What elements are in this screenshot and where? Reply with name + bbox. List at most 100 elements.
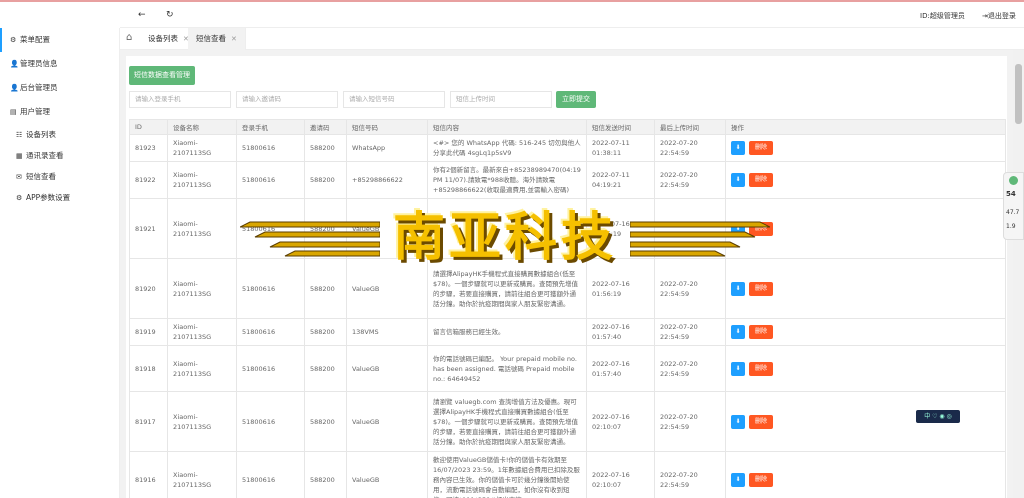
cell-sender-text: ValueGB bbox=[352, 476, 380, 484]
cell-actions: ⬇ 删除 bbox=[725, 318, 1006, 346]
sidebar-item-contacts[interactable]: ▦ 通讯录查看 bbox=[0, 145, 119, 166]
page-scrollbar[interactable] bbox=[1013, 50, 1024, 498]
download-icon[interactable]: ⬇ bbox=[731, 141, 745, 155]
cell-actions: ⬇ 删除 bbox=[725, 391, 1006, 452]
delete-button[interactable]: 删除 bbox=[749, 141, 773, 155]
cell-invite-text: 588200 bbox=[310, 176, 335, 184]
download-icon[interactable]: ⬇ bbox=[731, 473, 745, 487]
tab-bar: ⌂ 设备列表 ✕ 短信查看 ✕ bbox=[120, 28, 1024, 50]
delete-button[interactable]: 删除 bbox=[749, 173, 773, 187]
download-icon[interactable]: ⬇ bbox=[731, 414, 745, 429]
sms-number-search-input[interactable]: 请输入短信号码 bbox=[343, 91, 445, 108]
cell-sent-text: 2022-07-11 04:19:21 bbox=[592, 171, 630, 189]
sidebar-item-label: APP参数设置 bbox=[26, 193, 71, 202]
cell-content-text: 留言信箱服務已經生效。 bbox=[433, 328, 505, 336]
sidebar-item-app-settings[interactable]: ⚙ APP参数设置 bbox=[0, 187, 119, 208]
cell-id: 81923 bbox=[129, 134, 168, 162]
cell-device: Xiaomi-2107113SG bbox=[167, 391, 237, 452]
cell-uploaded-text: 2022-07-20 22:54:59 bbox=[660, 219, 698, 238]
cell-invite-text: 588200 bbox=[310, 284, 335, 293]
cell-phone-text: 51800616 bbox=[242, 284, 276, 293]
phone-search-input[interactable]: 请输入登录手机 bbox=[129, 91, 231, 108]
cell-content bbox=[427, 198, 587, 259]
address-book-icon: ▦ bbox=[16, 152, 23, 160]
cell-content: 請瀏覽 valuegb.com 查詢增值方法及優惠。現可選擇AlipayHK手機… bbox=[427, 391, 587, 452]
cell-device: Xiaomi-2107113SG bbox=[167, 134, 237, 162]
table-row: 81922 Xiaomi-2107113SG 51800616 588200 +8529… bbox=[129, 161, 1006, 199]
download-icon[interactable]: ⬇ bbox=[731, 221, 745, 236]
cell-content: 歡迎使用ValueGB儲值卡!你的儲值卡有效期至16/07/2023 23:59… bbox=[427, 451, 587, 498]
sms-manage-button[interactable]: 短信数据查看管理 bbox=[129, 66, 195, 85]
cell-uploaded-text: 2022-07-20 22:54:59 bbox=[660, 139, 698, 157]
cell-uploaded: 2022-07-20 22:54:59 bbox=[654, 161, 726, 199]
invite-code-search-input[interactable]: 请输入邀请码 bbox=[236, 91, 338, 108]
upload-time-search-input[interactable]: 短信上传时间 bbox=[450, 91, 552, 108]
close-icon[interactable]: ✕ bbox=[231, 35, 237, 43]
cell-actions: ⬇ 删除 bbox=[725, 198, 1006, 259]
cell-invite: 588200 bbox=[304, 134, 347, 162]
cell-uploaded: 2022-07-20 22:54:59 bbox=[654, 198, 726, 259]
cell-sent-text: 2022-07-16 01:56:19 bbox=[592, 219, 630, 238]
submit-button[interactable]: 立即提交 bbox=[556, 91, 596, 108]
sidebar-item-admin-info[interactable]: 👤管理员信息 bbox=[0, 52, 119, 76]
sidebar-item-user-management[interactable]: ▤ 用户管理 bbox=[0, 100, 119, 124]
cell-content-text: 歡迎使用ValueGB儲值卡!你的儲值卡有效期至16/07/2023 23:59… bbox=[433, 456, 580, 498]
cell-id: 81920 bbox=[129, 258, 168, 319]
delete-button[interactable]: 删除 bbox=[749, 281, 773, 296]
cell-content: 你有2個新留言。最新來自+85238989470(04:19 PM 11/07)… bbox=[427, 161, 587, 199]
table-row: 81918 Xiaomi-2107113SG 51800616 588200 Value… bbox=[129, 345, 1006, 392]
download-icon[interactable]: ⬇ bbox=[731, 173, 745, 187]
cell-id-text: 81920 bbox=[135, 284, 156, 293]
delete-button[interactable]: 删除 bbox=[749, 361, 773, 376]
sidebar-item-sms-view[interactable]: ✉ 短信查看 bbox=[0, 166, 119, 187]
cell-phone: 51800616 bbox=[236, 198, 305, 259]
cell-sent-text: 2022-07-11 01:38:11 bbox=[592, 139, 630, 157]
cell-phone-text: 51800616 bbox=[242, 144, 276, 152]
sidebar-item-menu-config[interactable]: ⚙ 菜单配置 bbox=[0, 28, 119, 52]
tab-sms-view[interactable]: 短信查看 ✕ bbox=[188, 28, 246, 50]
logout-label: 退出登录 bbox=[987, 12, 1016, 20]
cell-uploaded-text: 2022-07-20 22:54:59 bbox=[660, 279, 698, 298]
cell-content: 留言信箱服務已經生效。 bbox=[427, 318, 587, 346]
cell-sender: ValueGB bbox=[346, 391, 428, 452]
sidebar-item-label: 管理员信息 bbox=[20, 59, 58, 68]
delete-button[interactable]: 删除 bbox=[749, 325, 773, 339]
delete-button[interactable]: 删除 bbox=[749, 221, 773, 236]
refresh-icon[interactable]: ↻ bbox=[166, 10, 174, 20]
floating-speed-widget[interactable]: 54 47.7 1.9 bbox=[1003, 172, 1024, 240]
cell-invite: 588200 bbox=[304, 258, 347, 319]
cell-device: Xiaomi-2107113SG bbox=[167, 451, 237, 498]
delete-button[interactable]: 删除 bbox=[749, 473, 773, 487]
download-icon[interactable]: ⬇ bbox=[731, 361, 745, 376]
cell-phone: 51800616 bbox=[236, 134, 305, 162]
cell-device-text: Xiaomi-2107113SG bbox=[173, 219, 212, 238]
download-icon[interactable]: ⬇ bbox=[731, 325, 745, 339]
cell-sender-text: ValueGB bbox=[352, 284, 380, 293]
column-header: 操作 bbox=[725, 119, 1006, 135]
cell-content: 請選擇AlipayHK手機程式直接購買數據組合(低至$78)。一個步驟就可以更新… bbox=[427, 258, 587, 319]
cell-device: Xiaomi-2107113SG bbox=[167, 318, 237, 346]
cell-invite-text: 588200 bbox=[310, 328, 335, 336]
gear-icon: ⚙ bbox=[16, 194, 23, 202]
sidebar-item-device-list[interactable]: ☷ 设备列表 bbox=[0, 124, 119, 145]
cell-uploaded-text: 2022-07-20 22:54:59 bbox=[660, 359, 698, 378]
cell-invite: 588200 bbox=[304, 198, 347, 259]
cell-sent-text: 2022-07-16 02:10:07 bbox=[592, 471, 630, 489]
cell-device-text: Xiaomi-2107113SG bbox=[173, 171, 212, 189]
gear-icon: ⚙ bbox=[10, 36, 17, 44]
logout-button[interactable]: ⇥退出登录 bbox=[982, 11, 1016, 21]
tab-label: 短信查看 bbox=[196, 34, 226, 43]
sidebar-item-label: 菜单配置 bbox=[20, 35, 50, 44]
home-icon[interactable]: ⌂ bbox=[126, 32, 132, 43]
scrollbar-thumb[interactable] bbox=[1015, 64, 1022, 124]
cell-phone-text: 51800616 bbox=[242, 476, 276, 484]
sidebar-item-backend-admins[interactable]: 👤后台管理员 bbox=[0, 76, 119, 100]
download-icon[interactable]: ⬇ bbox=[731, 281, 745, 296]
cell-phone: 51800616 bbox=[236, 451, 305, 498]
id-card-icon: ▤ bbox=[10, 108, 17, 116]
cell-id-text: 81918 bbox=[135, 364, 156, 373]
delete-button[interactable]: 删除 bbox=[749, 414, 773, 429]
back-arrow-icon[interactable]: ← bbox=[138, 10, 146, 20]
cell-sent: 2022-07-11 04:19:21 bbox=[586, 161, 655, 199]
cell-sender: ValueGB bbox=[346, 198, 428, 259]
